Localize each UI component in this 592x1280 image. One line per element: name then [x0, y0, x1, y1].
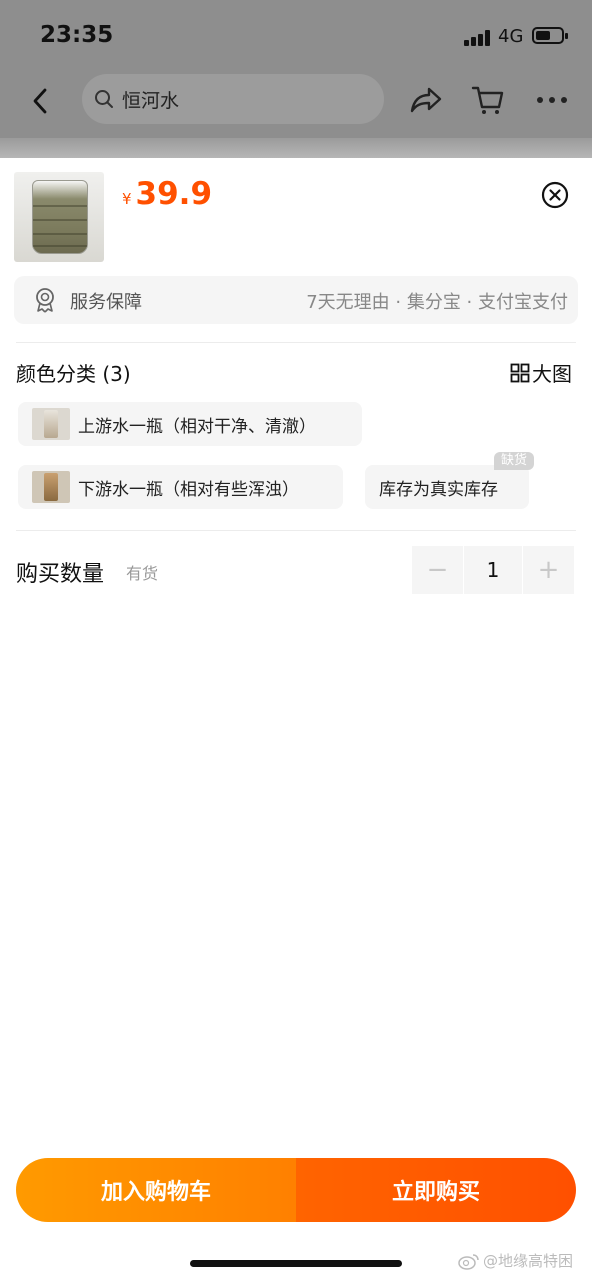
currency-symbol: ¥ [122, 190, 132, 208]
backdrop-image-strip [0, 138, 592, 158]
decrease-button[interactable]: − [412, 546, 463, 594]
status-time: 23:35 [40, 22, 114, 48]
increase-button[interactable]: + [523, 546, 574, 594]
grid-view-icon [510, 363, 530, 382]
search-query: 恒河水 [122, 89, 180, 112]
back-button[interactable] [24, 82, 56, 120]
option-thumbnail [32, 471, 70, 503]
option-label: 库存为真实库存 [379, 479, 498, 500]
option-label: 下游水一瓶（相对有些浑浊） [78, 479, 299, 500]
quantity-value[interactable]: 1 [464, 546, 522, 594]
big-image-button[interactable]: 大图 [510, 358, 572, 387]
status-bar: 23:35 4G [0, 0, 592, 72]
product-price: ¥ 39.9 [122, 176, 212, 212]
more-dots-icon [537, 97, 567, 103]
watermark-text: @地缘高特困 [483, 1252, 574, 1270]
search-icon [95, 90, 113, 108]
sku-option-real-stock[interactable]: 库存为真实库存 [365, 465, 529, 509]
service-label: 服务保障 [70, 292, 142, 313]
big-image-label: 大图 [532, 362, 572, 386]
quantity-stepper: − 1 + [412, 546, 576, 594]
chevron-left-icon [33, 88, 47, 114]
add-to-cart-button[interactable]: 加入购物车 [16, 1158, 296, 1222]
network-type: 4G [498, 26, 524, 47]
out-of-stock-badge: 缺货 [494, 452, 535, 470]
divider [16, 530, 576, 531]
price-value: 39.9 [135, 176, 213, 212]
home-indicator[interactable] [190, 1260, 402, 1267]
buy-now-button[interactable]: 立即购买 [296, 1158, 576, 1222]
share-button[interactable] [406, 80, 446, 120]
cart-button[interactable] [468, 80, 508, 120]
service-guarantee-row[interactable]: 服务保障 7天无理由 · 集分宝 · 支付宝支付 [14, 276, 578, 324]
cart-icon [471, 86, 504, 114]
close-circle-icon [541, 181, 569, 209]
option-thumbnail [32, 408, 70, 440]
share-icon [410, 87, 442, 113]
product-thumbnail[interactable] [14, 172, 104, 262]
sku-option-upstream[interactable]: 上游水一瓶（相对干净、清澈） [18, 402, 362, 446]
quantity-label: 购买数量 [16, 562, 105, 587]
sku-option-downstream[interactable]: 下游水一瓶（相对有些浑浊） [18, 465, 343, 509]
weibo-logo-icon [458, 1253, 479, 1270]
signal-icon [464, 30, 492, 46]
more-button[interactable] [532, 80, 572, 120]
guarantee-badge-icon [36, 288, 54, 313]
color-category-title: 颜色分类 (3) [16, 362, 131, 386]
stock-status: 有货 [126, 564, 159, 583]
search-input[interactable]: 恒河水 [82, 74, 384, 124]
divider [16, 342, 576, 343]
water-glass-image [32, 180, 88, 254]
service-detail: 7天无理由 · 集分宝 · 支付宝支付 [306, 292, 568, 313]
sku-selector-sheet: ¥ 39.9 服务保障 7天无理由 · 集分宝 · 支付宝支付 颜色分类 (3)… [0, 158, 592, 1280]
action-bar: 加入购物车 立即购买 [16, 1158, 576, 1222]
option-label: 上游水一瓶（相对干净、清澈） [78, 416, 316, 437]
weibo-watermark: @地缘高特困 [458, 1250, 573, 1271]
close-button[interactable] [540, 180, 570, 210]
battery-icon [532, 27, 568, 44]
